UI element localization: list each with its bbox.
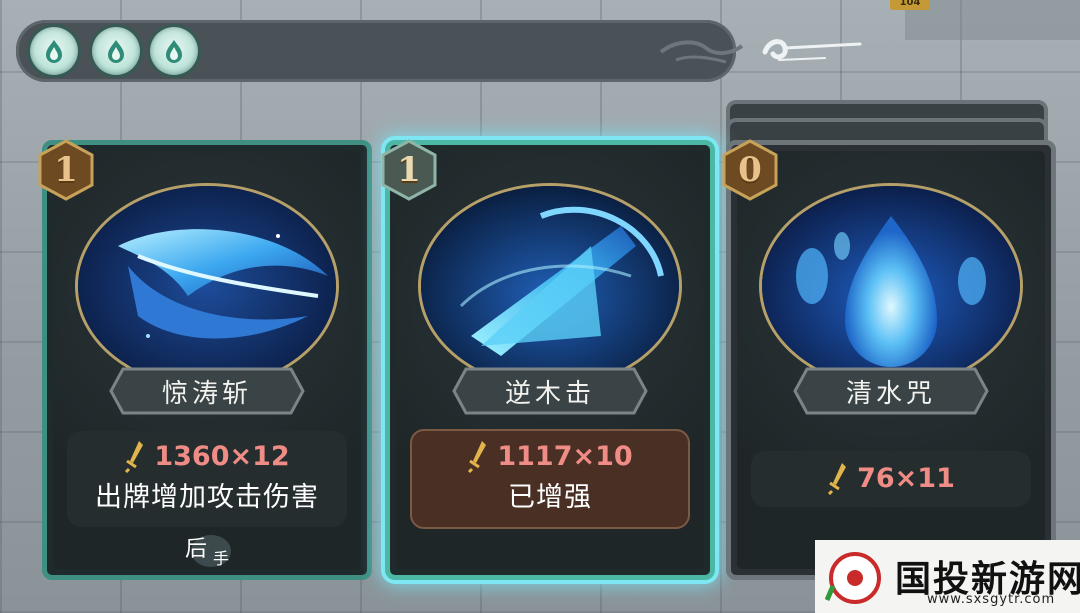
flame-icon — [108, 40, 124, 63]
flame-icon — [46, 40, 62, 63]
sword-icon — [468, 441, 487, 473]
flame-icon — [166, 40, 182, 63]
cost-value: 1 — [54, 150, 78, 190]
sword-icon — [828, 463, 847, 495]
wind-swirl-icon — [762, 39, 862, 61]
tag-line-2: 手 — [213, 549, 230, 568]
cost-value: 0 — [738, 150, 762, 190]
card-effect: 已增强 — [508, 482, 592, 513]
energy-orb — [30, 27, 78, 75]
skill-card-1[interactable]: 惊涛斩 1360×12 出牌增加攻击伤害 后 手 1 — [38, 139, 372, 580]
card-name: 清水咒 — [845, 378, 936, 409]
damage-value: 76×11 — [857, 462, 955, 494]
card-body: 逆木击 1117×10 已增强 — [396, 151, 704, 569]
watermark-url: www.sxsgytr.com — [927, 592, 1056, 607]
card-name-plate: 逆木击 — [452, 365, 648, 417]
card-body: 清水咒 76×11 — [737, 151, 1045, 569]
damage-line: 76×11 — [751, 461, 1031, 495]
card-name: 逆木击 — [504, 378, 595, 409]
card-name-plate: 清水咒 — [793, 365, 989, 417]
skill-card-3[interactable]: 清水咒 76×11 0 — [722, 139, 1056, 580]
back-hand-tag: 后 手 — [183, 531, 239, 571]
top-right-panel — [905, 0, 1080, 40]
damage-line: 1360×12 — [67, 439, 347, 473]
card-art-spear-strike — [418, 183, 682, 389]
sword-icon — [125, 441, 144, 473]
card-effect: 出牌增加攻击伤害 — [95, 482, 319, 513]
energy-bar — [16, 20, 744, 82]
cost-value: 1 — [397, 150, 421, 190]
energy-orb — [150, 27, 198, 75]
top-badge: 104 — [890, 0, 930, 10]
cloud-ornament-icon — [659, 40, 744, 64]
card-body: 惊涛斩 1360×12 出牌增加攻击伤害 后 手 — [53, 151, 361, 569]
watermark-logo-icon — [825, 552, 881, 604]
damage-value: 1117×10 — [497, 440, 633, 472]
tag-line-1: 后 — [185, 537, 208, 562]
card-info-panel: 76×11 — [751, 451, 1031, 507]
card-name-plate: 惊涛斩 — [109, 365, 305, 417]
damage-line: 1117×10 — [412, 439, 688, 473]
card-art-water-curse — [759, 183, 1023, 389]
site-watermark: 国投新游网 www.sxsgytr.com — [815, 540, 1080, 613]
card-name: 惊涛斩 — [161, 378, 252, 409]
card-info-panel: 1117×10 已增强 — [410, 429, 690, 529]
energy-orb — [92, 27, 140, 75]
cost-badge: 1 — [380, 139, 438, 201]
cost-badge: 0 — [721, 139, 779, 201]
card-art-wave-slash — [75, 183, 339, 389]
card-info-panel: 1360×12 出牌增加攻击伤害 — [67, 431, 347, 527]
cost-badge: 1 — [37, 139, 95, 201]
damage-value: 1360×12 — [154, 440, 290, 472]
skill-card-2[interactable]: 逆木击 1117×10 已增强 1 — [381, 139, 715, 580]
